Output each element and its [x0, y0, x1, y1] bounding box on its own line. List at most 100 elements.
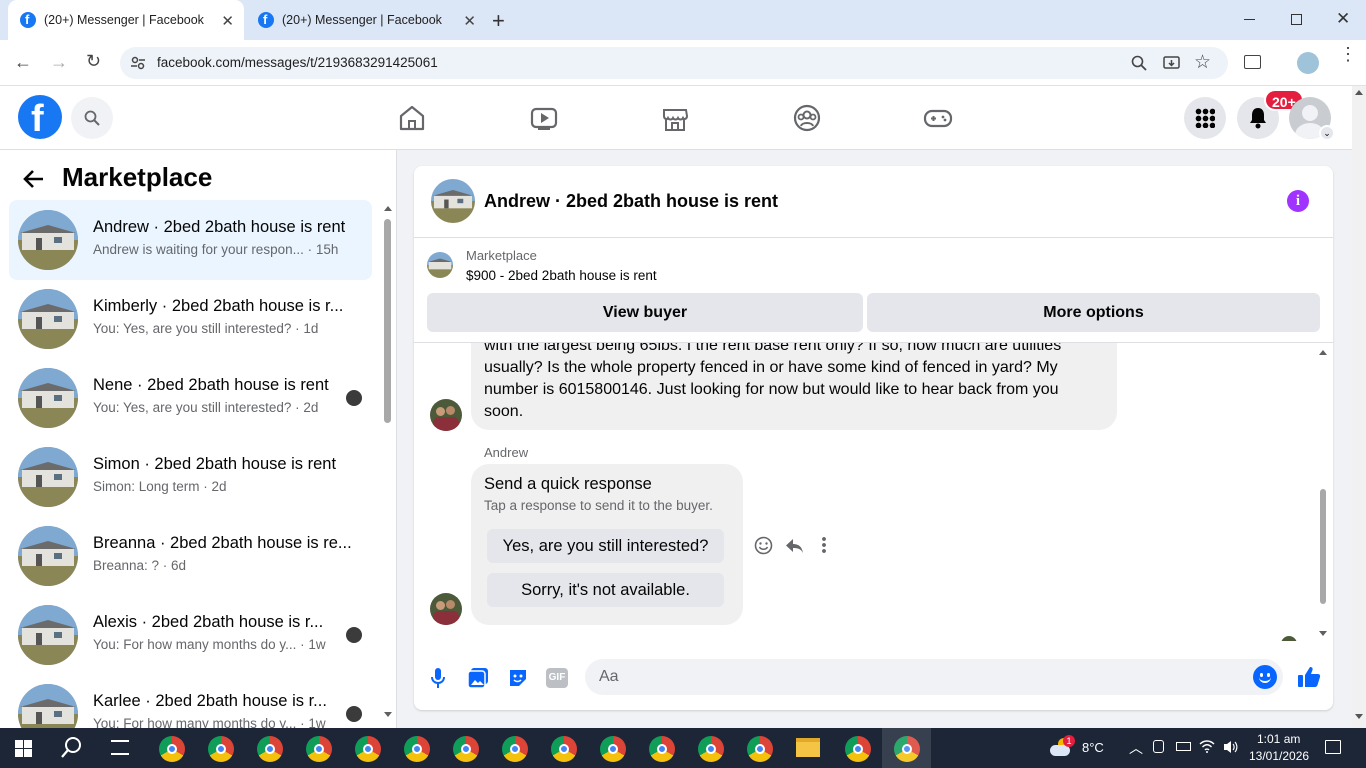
scroll-down-arrow-icon[interactable]	[384, 712, 392, 717]
close-window-icon[interactable]: ✕	[1336, 9, 1350, 29]
restore-icon[interactable]	[1291, 14, 1302, 25]
clock-time[interactable]: 1:01 am	[1257, 732, 1300, 746]
tab-search-icon[interactable]	[1244, 55, 1261, 69]
microphone-icon[interactable]	[430, 667, 446, 689]
sender-name: Andrew	[484, 445, 529, 460]
wifi-icon[interactable]	[1199, 739, 1215, 753]
task-view-icon[interactable]	[111, 740, 129, 755]
message-scrollbar-track[interactable]	[1318, 343, 1328, 641]
video-icon[interactable]	[528, 102, 560, 134]
scroll-down-arrow-icon[interactable]	[1355, 714, 1363, 719]
sender-avatar[interactable]	[430, 399, 462, 431]
conversation-item[interactable]: Breanna · 2bed 2bath house is re... Brean…	[9, 516, 372, 596]
chrome-app-icon[interactable]	[747, 736, 773, 762]
close-tab-icon[interactable]: ✕	[463, 12, 476, 30]
view-buyer-button[interactable]: View buyer	[427, 293, 863, 332]
clock-date[interactable]: 13/01/2026	[1249, 749, 1309, 763]
browser-tab[interactable]: (20+) Messenger | Facebook ✕	[250, 0, 486, 40]
message-input-placeholder: Aa	[599, 668, 619, 685]
new-tab-icon[interactable]: +	[492, 8, 505, 34]
battery-icon[interactable]	[1176, 742, 1191, 751]
scroll-down-arrow-icon[interactable]	[1319, 631, 1327, 636]
message-input[interactable]: Aa	[585, 659, 1283, 695]
gif-icon[interactable]: GIF	[546, 668, 568, 688]
weather-temperature[interactable]: 8°C	[1082, 740, 1104, 755]
reply-icon[interactable]	[785, 536, 804, 555]
browser-menu-icon[interactable]: ⋮	[1339, 45, 1357, 63]
scroll-up-arrow-icon[interactable]	[1355, 90, 1363, 95]
react-icon[interactable]	[754, 536, 773, 555]
listing-thumbnail[interactable]	[427, 252, 453, 278]
show-hidden-icons-icon[interactable]: ︿	[1129, 738, 1143, 758]
chrome-app-icon[interactable]	[551, 736, 577, 762]
chrome-app-icon[interactable]	[355, 736, 381, 762]
notification-center-icon[interactable]	[1325, 740, 1341, 754]
back-icon[interactable]: ←	[14, 52, 32, 73]
list-scrollbar-track[interactable]	[383, 206, 392, 726]
facebook-logo-icon[interactable]: f	[18, 95, 62, 140]
home-icon[interactable]	[396, 102, 428, 134]
info-icon[interactable]: i	[1287, 190, 1309, 212]
sender-avatar[interactable]	[430, 593, 462, 625]
scroll-up-arrow-icon[interactable]	[384, 206, 392, 211]
quick-response-option[interactable]: Yes, are you still interested?	[487, 529, 724, 563]
taskbar-search-icon[interactable]	[61, 736, 83, 758]
chrome-app-icon[interactable]	[845, 736, 871, 762]
volume-icon[interactable]	[1222, 739, 1238, 755]
zoom-icon[interactable]	[1131, 55, 1147, 71]
conversation-item[interactable]: Andrew · 2bed 2bath house is rent Andrew …	[9, 200, 372, 280]
more-actions-icon[interactable]	[822, 536, 826, 554]
sticker-icon[interactable]	[507, 667, 529, 689]
incoming-message-bubble[interactable]: with the largest being 65lbs. I the rent…	[471, 343, 1117, 430]
conversation-item[interactable]: Alexis · 2bed 2bath house is r... You: Fo…	[9, 595, 372, 675]
listing-price[interactable]: $900 - 2bed 2bath house is rent	[466, 268, 657, 283]
install-app-icon[interactable]	[1163, 55, 1180, 71]
message-scrollbar-thumb[interactable]	[1320, 489, 1326, 604]
conversation-avatar	[18, 684, 78, 728]
meet-now-icon[interactable]	[1153, 740, 1164, 753]
seen-avatar	[346, 390, 362, 406]
start-windows-icon[interactable]	[15, 740, 32, 757]
forward-icon[interactable]: →	[50, 52, 68, 73]
conversation-item[interactable]: Nene · 2bed 2bath house is rent You: Yes,…	[9, 358, 372, 438]
chrome-app-icon[interactable]	[306, 736, 332, 762]
chrome-app-icon[interactable]	[257, 736, 283, 762]
conversation-item[interactable]: Kimberly · 2bed 2bath house is r... You: …	[9, 279, 372, 359]
conversation-item[interactable]: Karlee · 2bed 2bath house is r... You: Fo…	[9, 674, 372, 728]
more-options-button[interactable]: More options	[867, 293, 1320, 332]
page-scrollbar[interactable]	[1352, 86, 1366, 728]
emoji-icon[interactable]	[1253, 665, 1277, 689]
profile-avatar[interactable]	[1297, 52, 1319, 74]
chrome-app-icon[interactable]	[649, 736, 675, 762]
omnibox[interactable]: facebook.com/messages/t/2193683291425061…	[120, 47, 1228, 79]
chrome-app-icon[interactable]	[600, 736, 626, 762]
chrome-app-icon[interactable]	[502, 736, 528, 762]
menu-button[interactable]	[1184, 97, 1226, 139]
reload-icon[interactable]: ↻	[86, 51, 101, 72]
search-button[interactable]	[71, 97, 113, 139]
chrome-app-icon[interactable]	[159, 736, 185, 762]
account-chevron-down-icon[interactable]: ⌄	[1319, 125, 1335, 141]
groups-icon[interactable]	[791, 102, 823, 134]
scroll-up-arrow-icon[interactable]	[1319, 350, 1327, 355]
conversation-item[interactable]: Simon · 2bed 2bath house is rent Simon: L…	[9, 437, 372, 517]
photo-icon[interactable]	[467, 667, 489, 689]
like-thumbs-up-icon[interactable]	[1297, 665, 1321, 689]
file-explorer-icon[interactable]	[796, 738, 820, 757]
chrome-app-icon[interactable]	[208, 736, 234, 762]
bookmark-star-icon[interactable]: ☆	[1194, 51, 1211, 74]
back-arrow-icon[interactable]	[22, 167, 46, 191]
list-scrollbar-thumb[interactable]	[384, 219, 391, 423]
marketplace-icon[interactable]	[659, 102, 691, 134]
chat-header-avatar[interactable]	[431, 179, 475, 223]
browser-tab-active[interactable]: (20+) Messenger | Facebook ✕	[8, 0, 244, 40]
chrome-app-icon[interactable]	[698, 736, 724, 762]
close-tab-icon[interactable]: ✕	[221, 12, 234, 30]
chrome-app-icon[interactable]	[404, 736, 430, 762]
quick-response-option[interactable]: Sorry, it's not available.	[487, 573, 724, 607]
site-settings-icon[interactable]	[130, 55, 146, 71]
conversation-name: Alexis · 2bed 2bath house is r...	[93, 613, 324, 631]
minimize-icon[interactable]	[1244, 19, 1255, 20]
gaming-icon[interactable]	[922, 102, 954, 134]
chrome-app-icon[interactable]	[453, 736, 479, 762]
